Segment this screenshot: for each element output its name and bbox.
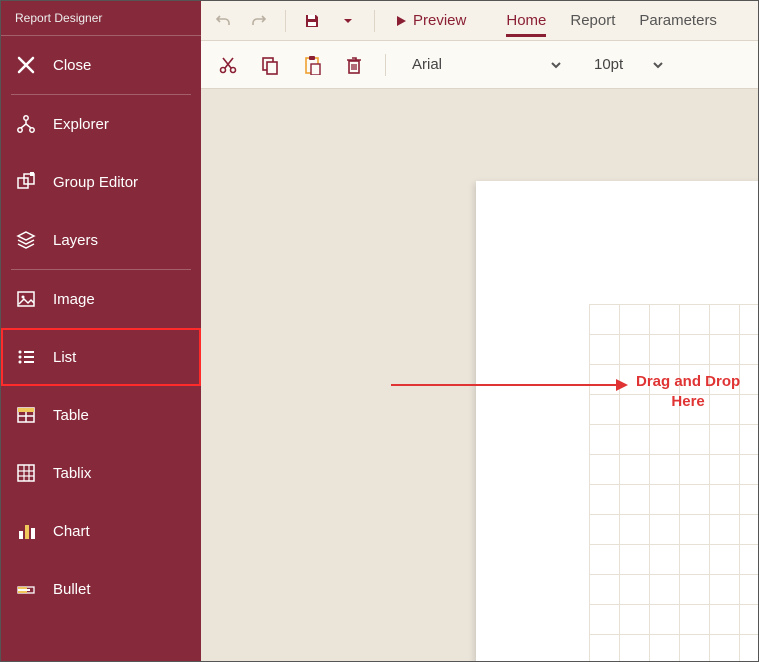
sidebar-item-label: Close	[53, 57, 91, 74]
font-name-value: Arial	[412, 56, 442, 73]
annotation-text: Drag and Drop Here	[636, 372, 740, 411]
sidebar-item-list[interactable]: List	[1, 328, 201, 386]
sidebar-item-label: Group Editor	[53, 174, 138, 191]
tab-home[interactable]: Home	[506, 4, 546, 37]
sidebar-item-explorer[interactable]: Explorer	[1, 95, 201, 153]
main-area: Preview Home Report Parameters	[201, 1, 758, 661]
toolbar-separator	[385, 54, 386, 76]
font-size-value: 10pt	[594, 56, 623, 73]
sidebar-item-group-editor[interactable]: Group Editor	[1, 153, 201, 211]
sidebar-item-table[interactable]: Table	[1, 386, 201, 444]
format-toolbar: Arial 10pt	[201, 41, 758, 89]
annotation-arrow	[391, 384, 626, 386]
sidebar: Report Designer Close Explorer Group Edi…	[1, 1, 201, 661]
sidebar-item-label: Tablix	[53, 465, 91, 482]
toolbar-separator	[374, 10, 375, 32]
layers-icon	[15, 229, 37, 251]
image-icon	[15, 288, 37, 310]
tab-parameters[interactable]: Parameters	[639, 4, 717, 37]
design-grid	[589, 304, 758, 661]
chart-icon	[15, 520, 37, 542]
toolbar-separator	[285, 10, 286, 32]
explorer-icon	[15, 113, 37, 135]
sidebar-item-label: Layers	[53, 232, 98, 249]
group-editor-icon	[15, 171, 37, 193]
save-button[interactable]	[298, 7, 326, 35]
preview-button[interactable]: Preview	[395, 12, 466, 29]
bullet-icon	[15, 578, 37, 600]
sidebar-item-layers[interactable]: Layers	[1, 211, 201, 269]
app-root: Report Designer Close Explorer Group Edi…	[1, 1, 758, 661]
undo-button[interactable]	[209, 7, 237, 35]
top-toolbar: Preview Home Report Parameters	[201, 1, 758, 41]
sidebar-item-label: Image	[53, 291, 95, 308]
sidebar-item-label: List	[53, 349, 76, 366]
copy-button[interactable]	[255, 50, 285, 80]
sidebar-item-tablix[interactable]: Tablix	[1, 444, 201, 502]
sidebar-item-label: Bullet	[53, 581, 91, 598]
preview-label: Preview	[413, 12, 466, 29]
sidebar-item-label: Table	[53, 407, 89, 424]
font-size-select[interactable]: 10pt	[584, 50, 674, 80]
delete-button[interactable]	[339, 50, 369, 80]
table-icon	[15, 404, 37, 426]
chevron-down-icon	[652, 59, 664, 71]
redo-button[interactable]	[245, 7, 273, 35]
sidebar-item-close[interactable]: Close	[1, 36, 201, 94]
tab-report[interactable]: Report	[570, 4, 615, 37]
save-dropdown[interactable]	[334, 7, 362, 35]
font-name-select[interactable]: Arial	[402, 50, 572, 80]
sidebar-item-bullet[interactable]: Bullet	[1, 560, 201, 618]
cut-button[interactable]	[213, 50, 243, 80]
list-icon	[15, 346, 37, 368]
tab-group: Home Report Parameters	[506, 4, 717, 37]
close-icon	[15, 54, 37, 76]
paste-button[interactable]	[297, 50, 327, 80]
sidebar-title: Report Designer	[1, 1, 201, 36]
sidebar-item-chart[interactable]: Chart	[1, 502, 201, 560]
tablix-icon	[15, 462, 37, 484]
play-icon	[395, 15, 407, 27]
sidebar-item-label: Explorer	[53, 116, 109, 133]
sidebar-item-image[interactable]: Image	[1, 270, 201, 328]
design-canvas[interactable]: Drag and Drop Here	[201, 89, 758, 661]
sidebar-item-label: Chart	[53, 523, 90, 540]
chevron-down-icon	[550, 59, 562, 71]
